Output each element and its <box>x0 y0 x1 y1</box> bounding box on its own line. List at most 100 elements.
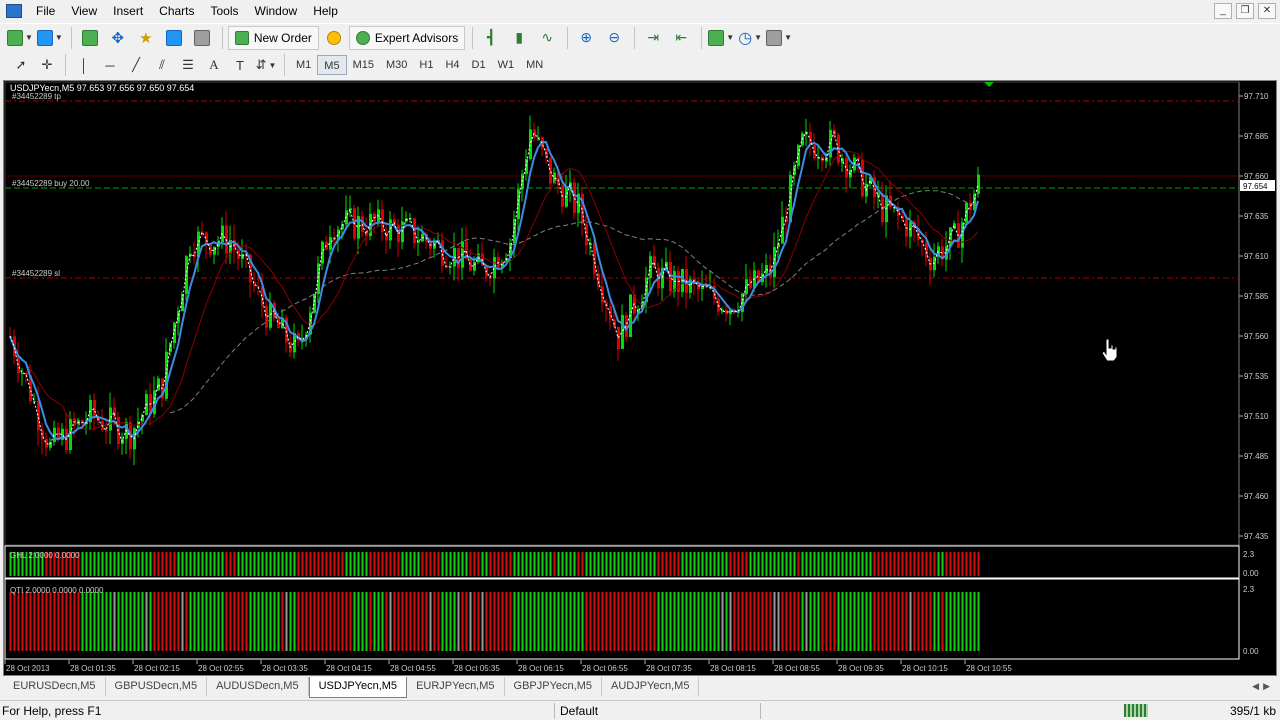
tab-eurusdecn[interactable]: EURUSDecn,M5 <box>4 677 106 696</box>
crosshair-tool[interactable]: ✛ <box>34 54 60 76</box>
text-tool[interactable]: A <box>201 54 227 76</box>
fibonacci-tool[interactable]: ☰ <box>175 54 201 76</box>
timeframe-d1[interactable]: D1 <box>466 55 492 75</box>
chart-window[interactable]: USDJPYecn,M5 97.653 97.656 97.650 97.654… <box>3 80 1277 676</box>
price-tick-label: 97.685 <box>1244 132 1269 141</box>
histogram-bar <box>205 552 208 576</box>
tab-audjpyecn[interactable]: AUDJPYecn,M5 <box>602 677 700 696</box>
histogram-bar <box>469 592 472 651</box>
zoom-in-button[interactable]: ⊕ <box>573 26 599 50</box>
expert-advisors-button[interactable]: Expert Advisors <box>348 25 466 50</box>
timeframe-h1[interactable]: H1 <box>413 55 439 75</box>
histogram-bar <box>829 592 832 651</box>
timeframe-m15[interactable]: M15 <box>347 55 380 75</box>
trendline-tool[interactable]: ╱ <box>123 54 149 76</box>
chart-shift-button[interactable]: ⇤ <box>668 26 694 50</box>
histogram-bar <box>685 592 688 651</box>
histogram-bar <box>449 552 452 576</box>
market-watch-icon <box>81 29 98 46</box>
toolbar-separator <box>70 26 72 49</box>
menu-help[interactable]: Help <box>305 0 346 22</box>
cursor-tool[interactable]: ➚ <box>8 54 34 76</box>
timeframe-m30[interactable]: M30 <box>380 55 413 75</box>
histogram-bar <box>489 552 492 576</box>
line-chart-button[interactable]: ∿ <box>534 26 560 50</box>
histogram-bar <box>653 592 656 651</box>
histogram-bar <box>33 592 36 651</box>
histogram-bar <box>177 552 180 576</box>
price-tick-label: 97.485 <box>1244 452 1269 461</box>
zoom-out-button[interactable]: ⊖ <box>601 26 627 50</box>
histogram-bar <box>809 592 812 651</box>
chart-canvas[interactable]: USDJPYecn,M5 97.653 97.656 97.650 97.654… <box>4 81 1276 675</box>
histogram-bar <box>461 552 464 576</box>
toolbar-separator <box>472 26 474 49</box>
data-window-button[interactable]: ✥ <box>105 26 131 50</box>
histogram-bar <box>453 552 456 576</box>
histogram-bar <box>793 552 796 576</box>
histogram-bar <box>533 552 536 576</box>
tab-gbpusdecn[interactable]: GBPUSDecn,M5 <box>106 677 208 696</box>
timeframe-m1[interactable]: M1 <box>290 55 317 75</box>
navigator-button[interactable]: ★ <box>133 26 159 50</box>
terminal-button[interactable] <box>161 26 187 50</box>
strategy-tester-button[interactable] <box>189 26 215 50</box>
menu-charts[interactable]: Charts <box>151 0 202 22</box>
crosshair-target-icon: ✥ <box>111 29 125 47</box>
crosshair-icon: ✛ <box>41 57 53 72</box>
equidistant-channel-tool[interactable]: ⫽ <box>149 54 175 76</box>
histogram-bar <box>945 552 948 576</box>
chevron-left-icon[interactable]: ◀ <box>1252 681 1263 691</box>
histogram-bar <box>357 552 360 576</box>
vertical-line-tool[interactable]: │ <box>71 54 97 76</box>
tab-eurjpyecn[interactable]: EURJPYecn,M5 <box>407 677 505 696</box>
tab-scroll-arrows[interactable]: ◀▶ <box>1252 681 1274 692</box>
templates-button[interactable]: ▼ <box>765 26 793 50</box>
histogram-bar <box>393 592 396 651</box>
menu-tools[interactable]: Tools <box>203 0 247 22</box>
periods-button[interactable]: ◷ ▼ <box>737 26 763 50</box>
indicators-button[interactable]: ▼ <box>707 26 735 50</box>
timeframe-m5[interactable]: M5 <box>317 55 347 75</box>
market-watch-button[interactable] <box>77 26 103 50</box>
histogram-bar <box>365 552 368 576</box>
restore-icon[interactable]: ❐ <box>1236 3 1254 19</box>
histogram-bar <box>537 552 540 576</box>
horizontal-line-tool[interactable]: ─ <box>97 54 123 76</box>
candle-body <box>105 430 108 432</box>
menu-insert[interactable]: Insert <box>105 0 151 22</box>
profiles-button[interactable]: ▼ <box>36 26 64 50</box>
timeframe-mn[interactable]: MN <box>520 55 549 75</box>
histogram-bar <box>833 592 836 651</box>
menu-view[interactable]: View <box>63 0 105 22</box>
close-icon[interactable]: ✕ <box>1258 3 1276 19</box>
new-chart-button[interactable]: ▼ <box>6 26 34 50</box>
toolbar-separator <box>284 54 285 76</box>
menu-file[interactable]: File <box>28 0 63 22</box>
timeframe-h4[interactable]: H4 <box>439 55 465 75</box>
histogram-bar <box>317 592 320 651</box>
timeframe-w1[interactable]: W1 <box>492 55 521 75</box>
histogram-bar <box>321 552 324 576</box>
histogram-bar <box>137 552 140 576</box>
chevron-right-icon[interactable]: ▶ <box>1263 681 1274 691</box>
histogram-bar <box>173 552 176 576</box>
histogram-bar <box>449 592 452 651</box>
histogram-bar <box>465 552 468 576</box>
tab-audusdecn[interactable]: AUDUSDecn,M5 <box>207 677 309 696</box>
bar-chart-button[interactable]: ┫ <box>478 26 504 50</box>
auto-scroll-button[interactable]: ⇥ <box>640 26 666 50</box>
text-label-tool[interactable]: T <box>227 54 253 76</box>
menu-window[interactable]: Window <box>247 0 306 22</box>
tab-usdjpyecn[interactable]: USDJPYecn,M5 <box>308 677 408 698</box>
arrows-tool[interactable]: ⇵ ▼ <box>253 54 279 76</box>
histogram-bar <box>353 592 356 651</box>
chart-shift-marker[interactable] <box>984 82 994 87</box>
minimize-icon[interactable]: _ <box>1214 3 1232 19</box>
tab-gbpjpyecn[interactable]: GBPJPYecn,M5 <box>505 677 602 696</box>
time-tick-label: 28 Oct 04:15 <box>326 664 372 673</box>
candlestick-button[interactable]: ▮ <box>506 26 532 50</box>
histogram-bar <box>333 552 336 576</box>
metaeditor-button[interactable] <box>321 26 347 50</box>
new-order-button[interactable]: New Order <box>227 25 319 50</box>
